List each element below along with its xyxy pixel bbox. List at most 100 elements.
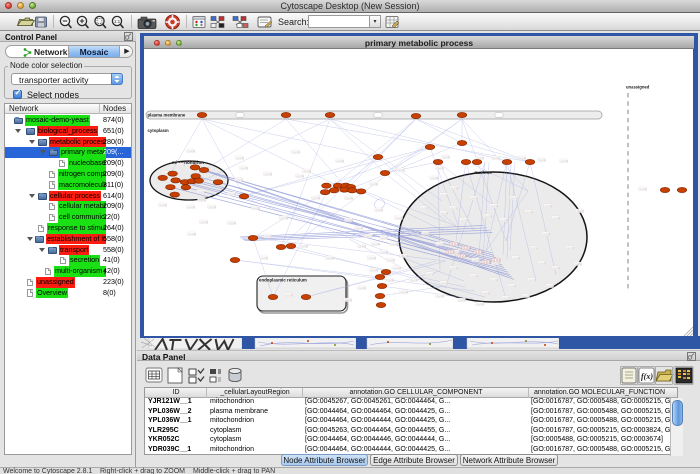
svg-text:(1 of 1): (1 of 1) <box>359 287 367 290</box>
svg-text:(1 of 1): (1 of 1) <box>461 219 469 222</box>
svg-text:(1 of 1): (1 of 1) <box>327 257 335 260</box>
svg-text:(1 of 1): (1 of 1) <box>441 212 449 215</box>
svg-text:(1 of 1): (1 of 1) <box>443 156 451 159</box>
svg-text:(2 of 2): (2 of 2) <box>451 243 459 246</box>
svg-text:(1 of 1): (1 of 1) <box>337 160 345 163</box>
svg-text:(1 of 1): (1 of 1) <box>387 279 395 282</box>
svg-text:(1 of 1): (1 of 1) <box>304 170 312 173</box>
svg-text:(1 of 1): (1 of 1) <box>401 255 409 258</box>
svg-text:(1 of 1): (1 of 1) <box>477 303 485 306</box>
svg-text:(2 of 2): (2 of 2) <box>475 251 483 254</box>
svg-text:endoplasmic reticulum: endoplasmic reticulum <box>259 278 307 283</box>
svg-text:(1 of 1): (1 of 1) <box>511 197 519 200</box>
svg-text:(2 of 2): (2 of 2) <box>463 247 471 250</box>
svg-text:(1 of 1): (1 of 1) <box>553 217 561 220</box>
svg-text:(1 of 1): (1 of 1) <box>188 150 196 153</box>
svg-text:(1 of 1): (1 of 1) <box>523 295 531 298</box>
svg-text:(1 of 1): (1 of 1) <box>371 269 379 272</box>
svg-text:(1 of 1): (1 of 1) <box>236 179 244 182</box>
svg-text:(1 of 1): (1 of 1) <box>261 257 269 260</box>
svg-text:(1 of 1): (1 of 1) <box>483 292 491 295</box>
svg-text:(1 of 1): (1 of 1) <box>437 167 445 170</box>
svg-text:(1 of 1): (1 of 1) <box>373 243 381 246</box>
svg-text:(1 of 1): (1 of 1) <box>575 263 583 266</box>
svg-text:(1 of 1): (1 of 1) <box>519 157 527 160</box>
svg-text:(1 of 1): (1 of 1) <box>473 259 481 262</box>
svg-text:(1 of 1): (1 of 1) <box>491 279 499 282</box>
svg-text:(1 of 1): (1 of 1) <box>423 232 431 235</box>
svg-text:(1 of 1): (1 of 1) <box>253 207 261 210</box>
svg-text:(1 of 1): (1 of 1) <box>345 299 353 302</box>
svg-text:(2 of 2): (2 of 2) <box>447 251 455 254</box>
svg-text:1:1: 1:1 <box>114 19 121 24</box>
svg-text:plasma membrane: plasma membrane <box>148 113 186 118</box>
svg-text:(1 of 1): (1 of 1) <box>493 157 501 160</box>
svg-text:(1 of 1): (1 of 1) <box>381 251 389 254</box>
svg-text:(1 of 1): (1 of 1) <box>346 197 354 200</box>
svg-text:(1 of 1): (1 of 1) <box>503 297 511 300</box>
svg-text:(1 of 1): (1 of 1) <box>471 197 479 200</box>
svg-text:f(x): f(x) <box>641 372 653 381</box>
svg-text:(2 of 2): (2 of 2) <box>459 255 467 258</box>
svg-text:(1 of 1): (1 of 1) <box>229 222 237 225</box>
svg-text:(1 of 1): (1 of 1) <box>451 267 459 270</box>
svg-text:(1 of 1): (1 of 1) <box>394 267 402 270</box>
svg-text:(1 of 1): (1 of 1) <box>427 273 435 276</box>
svg-text:(1 of 1): (1 of 1) <box>640 188 648 191</box>
svg-text:(1 of 1): (1 of 1) <box>547 285 555 288</box>
svg-text:(1 of 1): (1 of 1) <box>491 205 499 208</box>
svg-text:(1 of 1): (1 of 1) <box>485 215 493 218</box>
svg-text:(1 of 1): (1 of 1) <box>313 197 321 200</box>
svg-text:(1 of 1): (1 of 1) <box>369 257 377 260</box>
svg-text:(1 of 1): (1 of 1) <box>366 235 374 238</box>
svg-text:(1 of 1): (1 of 1) <box>553 267 561 270</box>
svg-text:(1 of 1): (1 of 1) <box>509 285 517 288</box>
svg-text:(1 of 1): (1 of 1) <box>371 183 379 186</box>
svg-text:(1 of 1): (1 of 1) <box>178 164 186 167</box>
svg-text:(1 of 1): (1 of 1) <box>209 206 217 209</box>
svg-text:(1 of 1): (1 of 1) <box>441 194 449 197</box>
svg-text:(1 of 1): (1 of 1) <box>543 233 551 236</box>
svg-text:(1 of 1): (1 of 1) <box>189 233 197 236</box>
svg-text:(1 of 1): (1 of 1) <box>297 175 305 178</box>
svg-text:nucleus: nucleus <box>474 170 492 175</box>
svg-text:(1 of 1): (1 of 1) <box>513 257 521 260</box>
svg-text:(1 of 1): (1 of 1) <box>545 205 553 208</box>
svg-text:(1 of 1): (1 of 1) <box>293 151 301 154</box>
svg-text:(2 of 2): (2 of 2) <box>493 259 501 262</box>
svg-text:(2 of 2): (2 of 2) <box>483 261 491 264</box>
svg-text:(1 of 1): (1 of 1) <box>441 282 449 285</box>
svg-text:(1 of 1): (1 of 1) <box>388 259 396 262</box>
svg-text:(1 of 1): (1 of 1) <box>229 193 237 196</box>
svg-text:unassigned: unassigned <box>626 85 650 90</box>
svg-text:(1 of 1): (1 of 1) <box>301 245 309 248</box>
svg-text:(1 of 1): (1 of 1) <box>459 299 467 302</box>
svg-text:(1 of 1): (1 of 1) <box>281 217 289 220</box>
svg-text:cytoplasm: cytoplasm <box>148 128 169 133</box>
svg-text:(1 of 1): (1 of 1) <box>381 237 389 240</box>
svg-text:(1 of 1): (1 of 1) <box>531 247 539 250</box>
svg-text:(1 of 1): (1 of 1) <box>359 245 367 248</box>
svg-text:(1 of 1): (1 of 1) <box>265 235 273 238</box>
svg-text:(1 of 1): (1 of 1) <box>241 167 249 170</box>
svg-text:(1 of 1): (1 of 1) <box>356 227 364 230</box>
svg-text:(1 of 1): (1 of 1) <box>451 187 459 190</box>
svg-text:(1 of 1): (1 of 1) <box>396 217 404 220</box>
svg-text:(1 of 1): (1 of 1) <box>567 247 575 250</box>
svg-text:(1 of 1): (1 of 1) <box>265 173 273 176</box>
svg-text:(1 of 1): (1 of 1) <box>199 199 207 202</box>
svg-text:(1 of 1): (1 of 1) <box>437 295 445 298</box>
svg-text:(1 of 1): (1 of 1) <box>421 207 429 210</box>
svg-text:(1 of 1): (1 of 1) <box>160 204 168 207</box>
svg-text:(1 of 1): (1 of 1) <box>561 160 569 163</box>
svg-text:(1 of 1): (1 of 1) <box>431 177 439 180</box>
svg-text:(1 of 1): (1 of 1) <box>529 279 537 282</box>
svg-text:(1 of 1): (1 of 1) <box>526 211 534 214</box>
svg-text:(1 of 1): (1 of 1) <box>471 275 479 278</box>
svg-text:(1 of 1): (1 of 1) <box>401 291 409 294</box>
svg-text:(1 of 1): (1 of 1) <box>346 219 354 222</box>
svg-text:(1 of 1): (1 of 1) <box>493 262 501 265</box>
svg-text:(1 of 1): (1 of 1) <box>198 191 206 194</box>
svg-text:(1 of 1): (1 of 1) <box>376 209 384 212</box>
svg-text:(1 of 1): (1 of 1) <box>201 221 209 224</box>
